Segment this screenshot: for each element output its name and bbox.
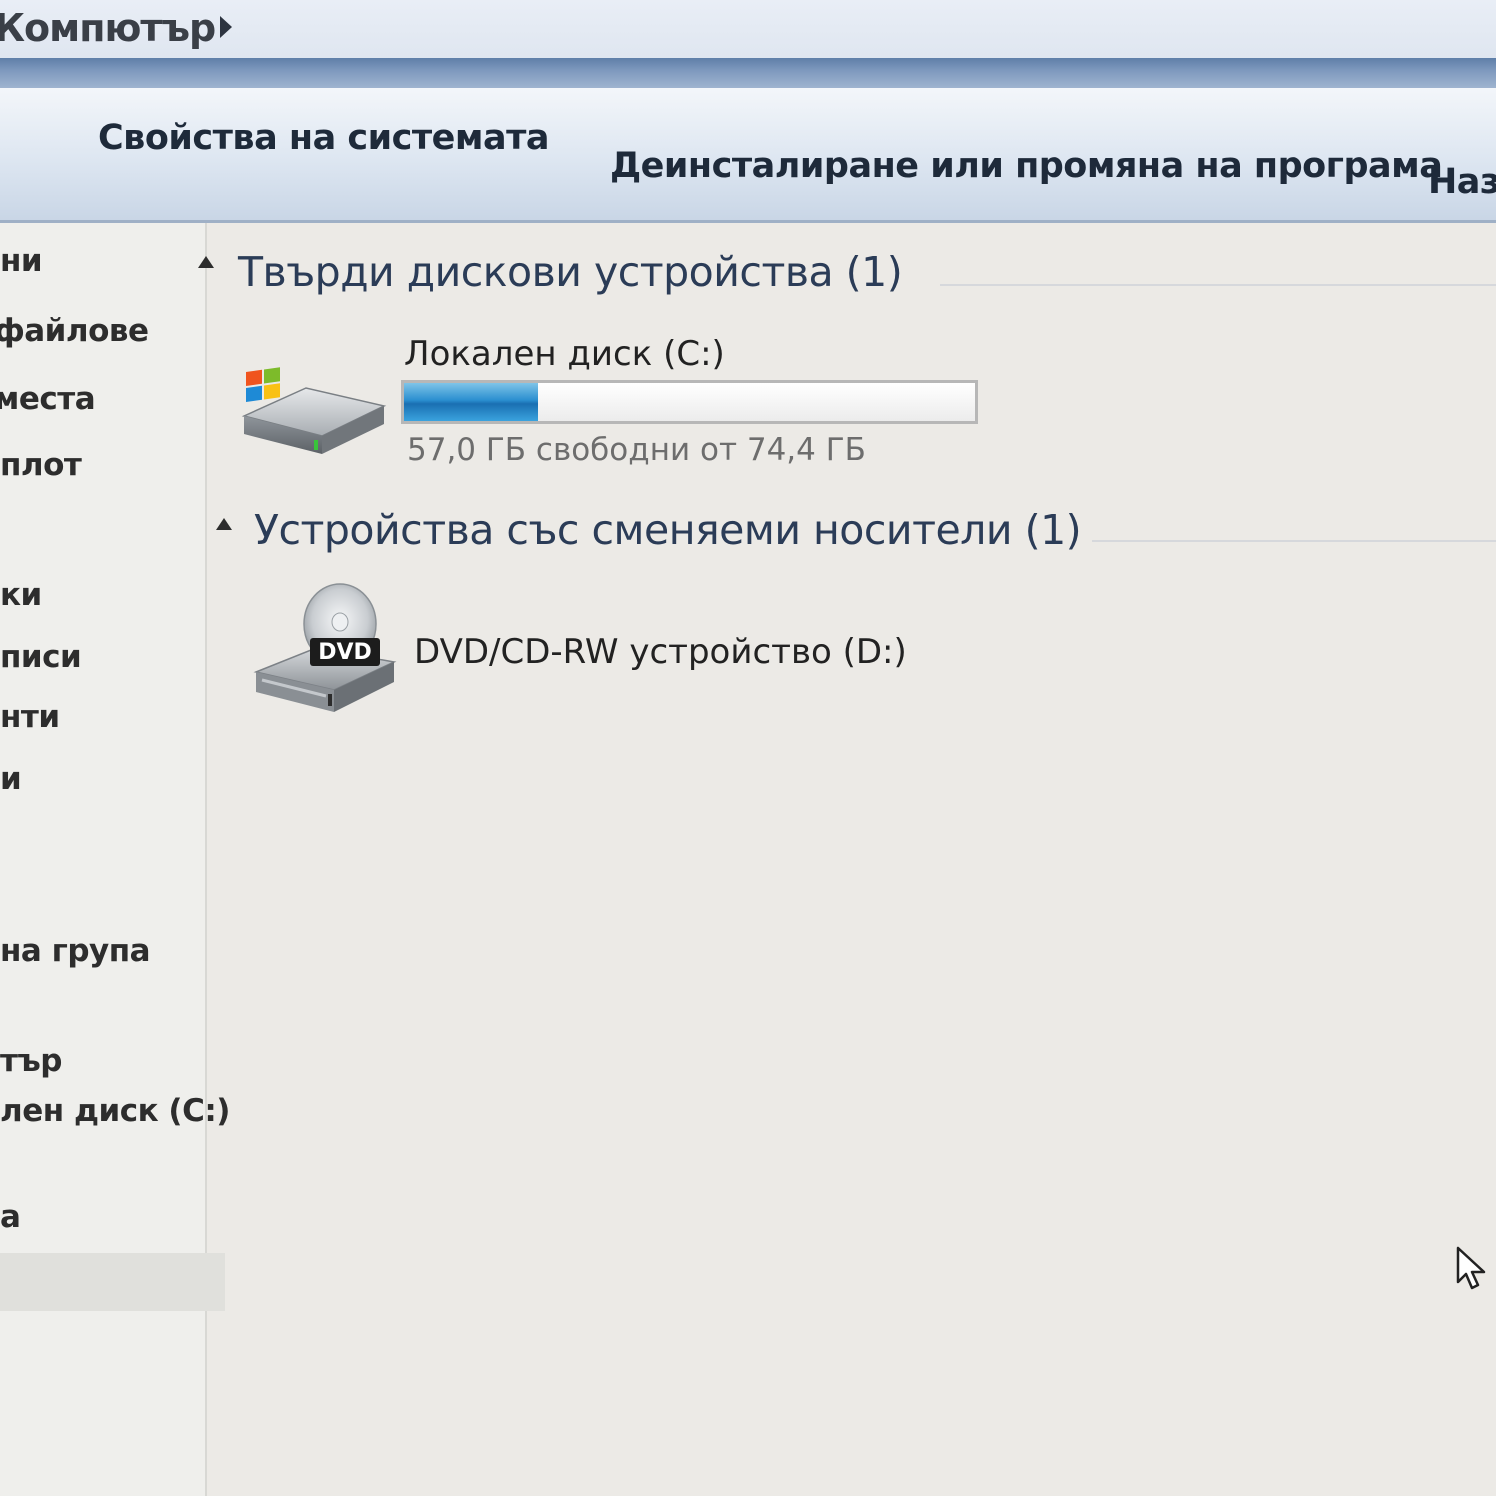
- hard-drive-windows-icon: [241, 367, 387, 454]
- toolbar-cut-off-button[interactable]: Наз: [1428, 162, 1496, 202]
- nav-item[interactable]: плот: [0, 447, 82, 483]
- drive-free-space-c: 57,0 ГБ свободни от 74,4 ГБ: [407, 432, 866, 468]
- group-header-removable[interactable]: Устройства със сменяеми носители (1): [254, 506, 1082, 554]
- dvd-drive-icon: DVD: [253, 583, 397, 712]
- system-properties-button[interactable]: Свойства на системата: [98, 118, 550, 158]
- group-divider: [940, 284, 1496, 286]
- navigation-pane: ни файлове места плот ки писи нти и на г…: [0, 223, 230, 1496]
- nav-item[interactable]: а: [0, 1199, 21, 1235]
- uninstall-program-button[interactable]: Деинсталиране или промяна на програма: [610, 146, 1443, 186]
- drive-name-c: Локален диск (C:): [404, 334, 725, 374]
- group-divider: [1092, 540, 1496, 542]
- command-toolbar: Свойства на системата Деинсталиране или …: [0, 88, 1496, 223]
- group-header-hard-disks[interactable]: Твърди дискови устройства (1): [238, 248, 903, 296]
- disk-usage-bar: [401, 380, 978, 424]
- nav-item-computer[interactable]: тър: [0, 1043, 62, 1079]
- nav-selected-highlight: [0, 1253, 225, 1311]
- mouse-pointer-icon: [1456, 1246, 1486, 1290]
- collapse-triangle-icon[interactable]: [198, 256, 214, 268]
- dvd-label: DVD: [318, 640, 372, 665]
- nav-item[interactable]: ни: [0, 243, 43, 279]
- breadcrumb-chevron-icon[interactable]: [220, 16, 232, 38]
- disk-usage-fill: [404, 383, 538, 421]
- nav-item[interactable]: файлове: [0, 313, 149, 349]
- breadcrumb-computer[interactable]: Компютър: [0, 6, 216, 50]
- nav-item-local-disk[interactable]: лен диск (C:): [0, 1093, 230, 1129]
- nav-item[interactable]: писи: [0, 639, 82, 675]
- address-bar[interactable]: Компютър: [0, 0, 1496, 60]
- nav-item[interactable]: ки: [0, 577, 42, 613]
- drive-name-d: DVD/CD-RW устройство (D:): [414, 632, 907, 672]
- nav-item[interactable]: места: [0, 381, 96, 417]
- collapse-triangle-icon[interactable]: [216, 518, 232, 530]
- nav-item[interactable]: на група: [0, 933, 151, 969]
- title-gradient-band: [0, 58, 1496, 88]
- nav-item[interactable]: и: [0, 761, 22, 797]
- nav-item[interactable]: нти: [0, 699, 60, 735]
